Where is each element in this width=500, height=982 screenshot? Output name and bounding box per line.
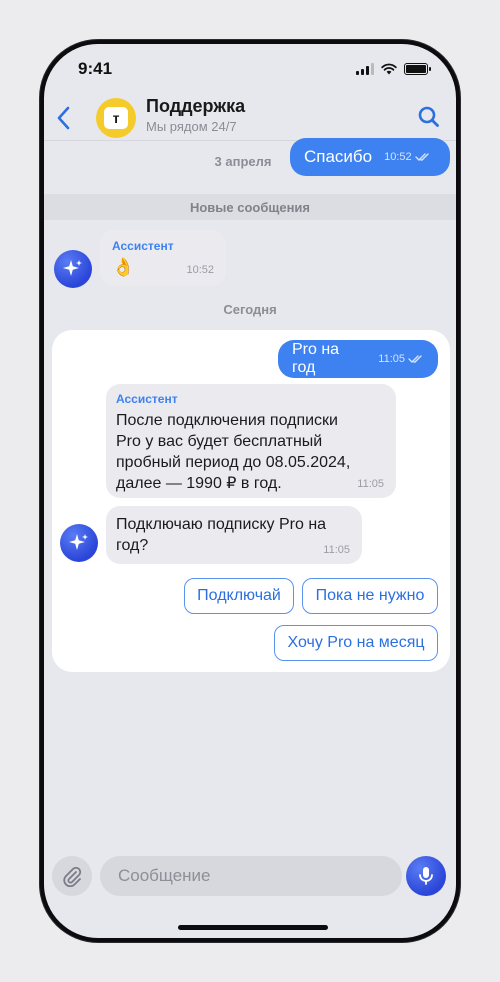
chat-subtitle: Мы рядом 24/7	[146, 119, 237, 134]
quick-reply-not-now[interactable]: Пока не нужно	[302, 578, 438, 614]
chat-screen: 9:41 т Поддержка Мы рядом 24/7 3 апреля …	[44, 44, 456, 938]
new-messages-divider: Новые сообщения	[44, 194, 456, 220]
conversation-card: Pro на год 11:05 Ассистент После подключ…	[52, 330, 450, 672]
message-text: Подключаю подписку Pro на год?	[116, 514, 326, 556]
search-icon[interactable]	[416, 104, 442, 130]
date-label: 3 апреля	[214, 154, 272, 169]
support-avatar[interactable]: т	[96, 98, 136, 138]
sparkle-icon	[63, 260, 82, 276]
sparkle-icon	[69, 534, 88, 550]
voice-button[interactable]	[406, 856, 446, 896]
message-line: пробный период до 08.05.2024,	[116, 454, 351, 471]
back-chevron-icon[interactable]	[50, 102, 80, 134]
message-line: После подключения подписки	[116, 412, 338, 429]
message-meta: 11:05	[378, 353, 424, 365]
message-meta: 10:52	[384, 151, 431, 163]
quick-reply-pro-month[interactable]: Хочу Pro на месяц	[274, 625, 438, 661]
message-text: Спасибо	[304, 147, 373, 166]
chat-title: Поддержка	[146, 96, 246, 116]
message-line: год?	[116, 537, 149, 554]
incoming-message[interactable]: Подключаю подписку Pro на год? 11:05	[106, 506, 362, 564]
message-text: Pro на год	[292, 341, 340, 376]
signal-icon	[356, 63, 374, 75]
message-text: 👌	[112, 257, 135, 277]
quick-reply-connect[interactable]: Подключай	[184, 578, 294, 614]
message-line: далее — 1990 ₽ в год.	[116, 475, 282, 492]
status-bar: 9:41	[44, 44, 456, 96]
chat-header: т Поддержка Мы рядом 24/7	[44, 96, 456, 140]
message-time: 11:05	[357, 478, 384, 490]
attach-button[interactable]	[52, 856, 92, 896]
read-ticks-icon	[414, 153, 429, 161]
composer-bar	[44, 852, 456, 900]
message-line: Pro у вас будет бесплатный	[116, 433, 323, 450]
status-time: 9:41	[78, 59, 113, 78]
battery-icon	[404, 63, 431, 75]
status-icons	[356, 63, 431, 75]
message-input[interactable]	[100, 856, 402, 896]
incoming-message[interactable]: Ассистент После подключения подписки Pro…	[106, 384, 396, 498]
paperclip-icon	[63, 866, 82, 887]
home-indicator	[178, 925, 328, 930]
sender-name: Ассистент	[116, 392, 178, 406]
outgoing-message[interactable]: Спасибо 10:52	[290, 138, 450, 176]
phone-frame: 9:41 т Поддержка Мы рядом 24/7 3 апреля …	[40, 40, 460, 942]
date-label-today: Сегодня	[223, 302, 277, 317]
assistant-avatar	[60, 524, 98, 562]
message-time: 10:52	[384, 151, 412, 163]
message-time: 10:52	[186, 264, 214, 276]
message-time: 11:05	[378, 353, 405, 365]
sender-name: Ассистент	[112, 239, 174, 253]
incoming-message[interactable]: Ассистент 👌 10:52	[100, 230, 226, 286]
assistant-avatar	[54, 250, 92, 288]
wifi-icon	[381, 63, 397, 75]
read-ticks-icon	[408, 355, 422, 363]
microphone-icon	[419, 867, 433, 885]
message-line: Подключаю подписку Pro на	[116, 516, 327, 533]
message-text: После подключения подписки Pro у вас буд…	[116, 410, 350, 494]
outgoing-message[interactable]: Pro на год 11:05	[278, 340, 438, 378]
logo-letter: т	[104, 107, 128, 129]
message-time: 11:05	[323, 544, 350, 556]
